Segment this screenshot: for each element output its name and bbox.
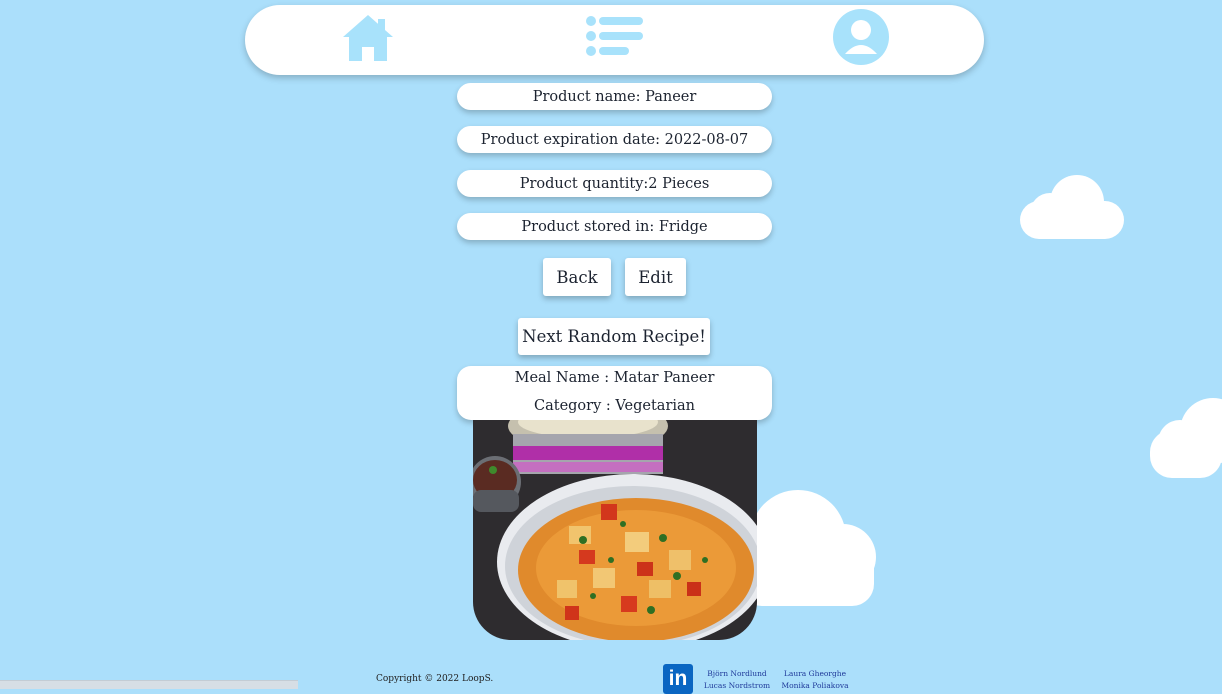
list-icon[interactable] xyxy=(585,15,645,61)
product-name: Product name: Paneer xyxy=(457,83,772,110)
product-quantity: Product quantity:2 Pieces xyxy=(457,170,772,197)
meal-category: Category : Vegetarian xyxy=(534,398,695,414)
meal-name: Meal Name : Matar Paneer xyxy=(514,370,715,386)
meal-photo xyxy=(473,420,757,640)
cloud-decoration xyxy=(740,490,876,608)
author-name: Björn Nordlund xyxy=(707,669,767,678)
home-icon[interactable] xyxy=(340,13,396,63)
author-subname: Monika Poliakova xyxy=(781,681,849,690)
user-profile-icon[interactable] xyxy=(832,8,890,66)
top-navbar xyxy=(245,5,984,75)
author-link[interactable]: Laura Gheorghe Monika Poliakova xyxy=(778,669,852,690)
author-subname: Lucas Nordstrom xyxy=(703,681,771,690)
edit-button[interactable]: Edit xyxy=(625,258,686,296)
author-name: Laura Gheorghe xyxy=(783,669,847,678)
back-button[interactable]: Back xyxy=(543,258,611,296)
next-random-recipe-button[interactable]: Next Random Recipe! xyxy=(518,318,710,355)
linkedin-icon[interactable]: in xyxy=(663,664,693,694)
cloud-decoration xyxy=(1020,175,1125,241)
copyright-text: Copyright © 2022 LoopS. xyxy=(376,674,494,684)
author-link[interactable]: Björn Nordlund Lucas Nordstrom xyxy=(700,669,774,690)
product-expiration-date: Product expiration date: 2022-08-07 xyxy=(457,126,772,153)
product-storage-location: Product stored in: Fridge xyxy=(457,213,772,240)
cloud-decoration xyxy=(1150,398,1222,480)
meal-info-card: Meal Name : Matar Paneer Category : Vege… xyxy=(457,366,772,420)
